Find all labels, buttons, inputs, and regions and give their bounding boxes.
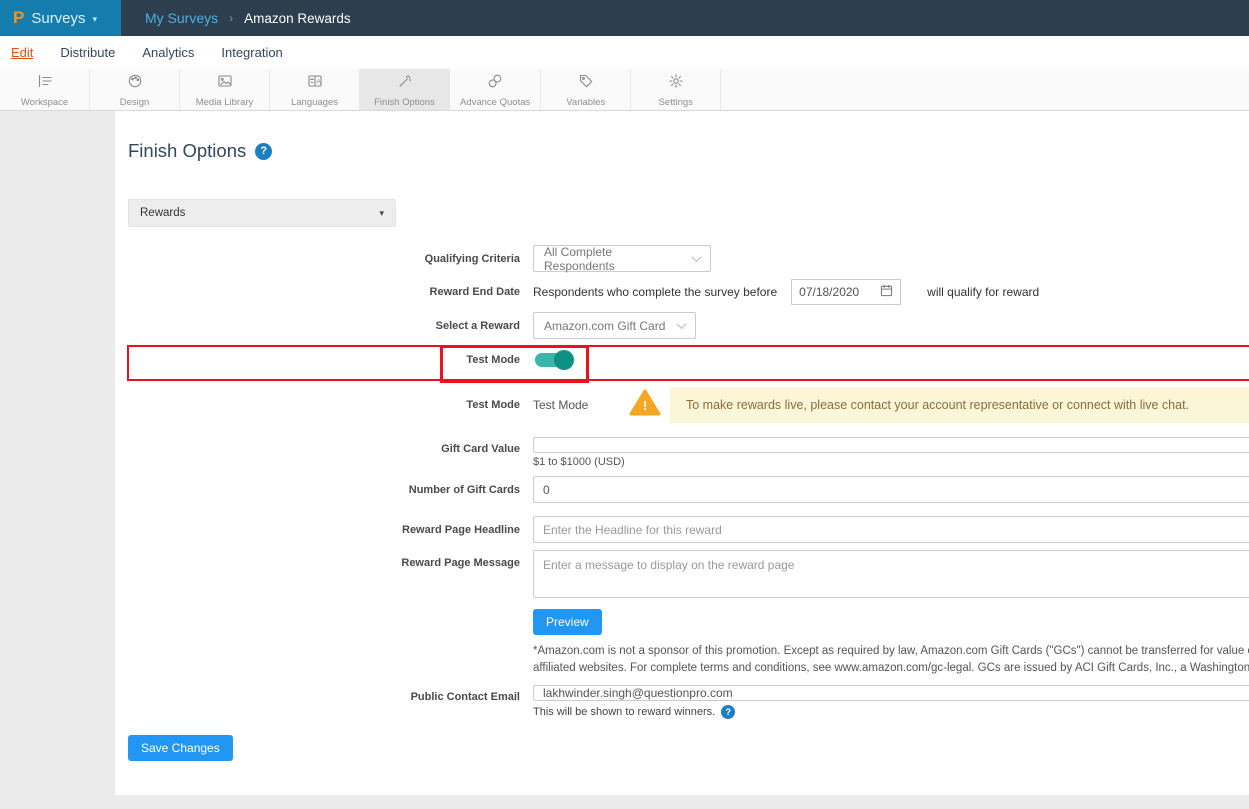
number-of-gift-cards-input[interactable] <box>533 476 1249 503</box>
public-contact-email-helper: This will be shown to reward winners. <box>533 706 715 718</box>
caret-down-icon: ▾ <box>379 208 384 219</box>
workspace-icon <box>37 73 53 94</box>
save-changes-button[interactable]: Save Changes <box>128 735 233 761</box>
toolbar-item-finish-options[interactable]: Finish Options <box>360 69 450 110</box>
qualifying-criteria-select[interactable]: All Complete Respondents <box>533 245 711 272</box>
reward-page-headline-label: Reward Page Headline <box>128 524 520 536</box>
toolbar-item-settings[interactable]: Settings <box>631 69 721 110</box>
tab-distribute[interactable]: Distribute <box>60 45 115 60</box>
test-mode-status-row: Test Mode Test Mode ! To make rewards li… <box>128 387 1249 423</box>
reward-end-date-row: Reward End Date Respondents who complete… <box>128 279 1249 305</box>
toolbar-item-languages[interactable]: A Languages <box>270 69 360 110</box>
page-title: Finish Options <box>128 140 246 162</box>
select-reward-label: Select a Reward <box>128 320 520 332</box>
test-mode-status-label: Test Mode <box>128 399 520 411</box>
chevron-down-icon <box>677 319 687 329</box>
warning-triangle-icon: ! <box>629 389 661 421</box>
select-reward-select[interactable]: Amazon.com Gift Card <box>533 312 696 339</box>
tab-integration[interactable]: Integration <box>221 45 282 60</box>
reward-page-message-row: Reward Page Message <box>128 550 1249 598</box>
public-contact-email-label: Public Contact Email <box>128 685 520 703</box>
rewards-live-warning-banner: To make rewards live, please contact you… <box>670 387 1249 423</box>
disclaimer-line-1: *Amazon.com is not a sponsor of this pro… <box>533 643 1249 660</box>
translate-icon: A <box>307 73 323 94</box>
palette-icon <box>127 73 143 94</box>
svg-text:A: A <box>316 78 321 85</box>
content-area: Finish Options ? Rewards ▾ Qualifying Cr… <box>0 111 1249 809</box>
gift-card-value-input[interactable] <box>533 437 1249 453</box>
amazon-disclaimer: *Amazon.com is not a sponsor of this pro… <box>533 643 1249 677</box>
save-row: Save Changes <box>128 735 1249 761</box>
qualifying-criteria-label: Qualifying Criteria <box>128 253 520 265</box>
qualifying-criteria-value: All Complete Respondents <box>544 245 683 273</box>
product-name: Surveys <box>31 10 85 27</box>
image-icon <box>217 73 233 94</box>
test-mode-toggle-label: Test Mode <box>128 354 520 366</box>
reward-end-date-label: Reward End Date <box>128 286 520 298</box>
test-mode-toggle-row: Test Mode <box>128 346 1249 373</box>
gift-card-value-label: Gift Card Value <box>128 437 520 455</box>
help-icon[interactable]: ? <box>721 705 735 719</box>
reward-page-headline-row: Reward Page Headline <box>128 516 1249 543</box>
edit-toolbar: Workspace Design Media Library A Languag… <box>0 69 1249 111</box>
preview-row: Preview <box>533 609 1249 635</box>
finish-option-type-value: Rewards <box>140 207 185 219</box>
toolbar-item-advance-quotas[interactable]: Advance Quotas <box>450 69 541 110</box>
toolbar-item-workspace[interactable]: Workspace <box>0 69 90 110</box>
public-contact-email-row: Public Contact Email This will be shown … <box>128 685 1249 719</box>
number-of-gift-cards-label: Number of Gift Cards <box>128 484 520 496</box>
breadcrumb-my-surveys[interactable]: My Surveys <box>145 10 218 26</box>
preview-button[interactable]: Preview <box>533 609 602 635</box>
reward-end-date-value: 07/18/2020 <box>799 285 859 299</box>
main-nav: Edit Distribute Analytics Integration <box>0 36 1249 69</box>
gift-card-value-row: Gift Card Value $1 to $1000 (USD) <box>128 437 1249 468</box>
gear-icon <box>668 73 684 94</box>
reward-page-headline-input[interactable] <box>533 516 1249 543</box>
disclaimer-line-2: affiliated websites. For complete terms … <box>533 660 1249 677</box>
chevron-down-icon: ▾ <box>93 14 98 25</box>
breadcrumb-current-survey: Amazon Rewards <box>244 11 351 26</box>
toggle-knob <box>554 350 574 370</box>
top-header: P Surveys ▾ My Surveys › Amazon Rewards <box>0 0 1249 36</box>
calendar-icon <box>880 284 893 300</box>
app-window: P Surveys ▾ My Surveys › Amazon Rewards … <box>0 0 1249 809</box>
reward-end-date-prefix: Respondents who complete the survey befo… <box>533 285 777 299</box>
rewards-form: Qualifying Criteria All Complete Respond… <box>128 245 1249 761</box>
questionpro-logo: P <box>13 8 24 28</box>
qualifying-criteria-row: Qualifying Criteria All Complete Respond… <box>128 245 1249 272</box>
tab-edit[interactable]: Edit <box>11 45 33 60</box>
breadcrumb: My Surveys › Amazon Rewards <box>121 0 351 36</box>
breadcrumb-separator-icon: › <box>229 11 233 25</box>
reward-page-message-textarea[interactable] <box>533 550 1249 598</box>
reward-page-message-label: Reward Page Message <box>128 550 520 569</box>
tab-analytics[interactable]: Analytics <box>142 45 194 60</box>
left-gutter <box>0 111 115 809</box>
test-mode-status-value: Test Mode <box>533 398 601 412</box>
help-icon[interactable]: ? <box>255 143 272 160</box>
toolbar-item-media-library[interactable]: Media Library <box>180 69 270 110</box>
test-mode-toggle[interactable] <box>535 353 572 367</box>
toolbar-item-design[interactable]: Design <box>90 69 180 110</box>
reward-end-date-input[interactable]: 07/18/2020 <box>791 279 901 305</box>
tag-icon <box>578 73 594 94</box>
toolbar-item-variables[interactable]: Variables <box>541 69 631 110</box>
finish-option-type-dropdown[interactable]: Rewards ▾ <box>128 199 396 227</box>
reward-end-date-suffix: will qualify for reward <box>927 285 1039 299</box>
links-icon <box>487 73 503 94</box>
select-reward-value: Amazon.com Gift Card <box>544 319 665 333</box>
warning-banner-text: To make rewards live, please contact you… <box>686 398 1189 412</box>
number-of-gift-cards-row: Number of Gift Cards <box>128 476 1249 503</box>
public-contact-email-input[interactable] <box>533 685 1249 701</box>
magic-wand-icon <box>397 73 413 94</box>
gift-card-value-helper: $1 to $1000 (USD) <box>533 456 1249 468</box>
surveys-product-menu[interactable]: P Surveys ▾ <box>0 0 121 36</box>
finish-options-panel: Finish Options ? Rewards ▾ Qualifying Cr… <box>115 111 1249 795</box>
select-reward-row: Select a Reward Amazon.com Gift Card <box>128 312 1249 339</box>
svg-text:!: ! <box>643 398 647 413</box>
chevron-down-icon <box>692 252 702 262</box>
